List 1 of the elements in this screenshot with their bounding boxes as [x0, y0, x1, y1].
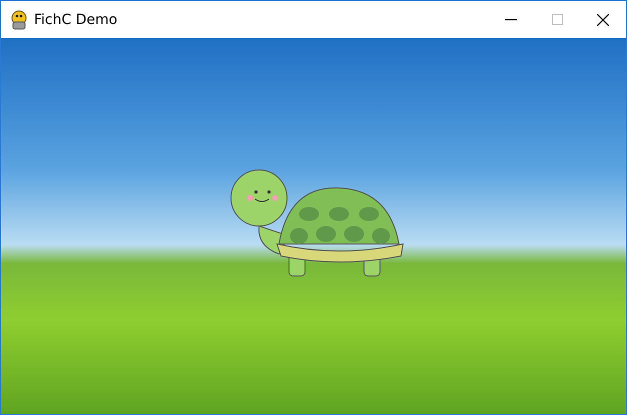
window-title: FichC Demo — [34, 12, 118, 28]
